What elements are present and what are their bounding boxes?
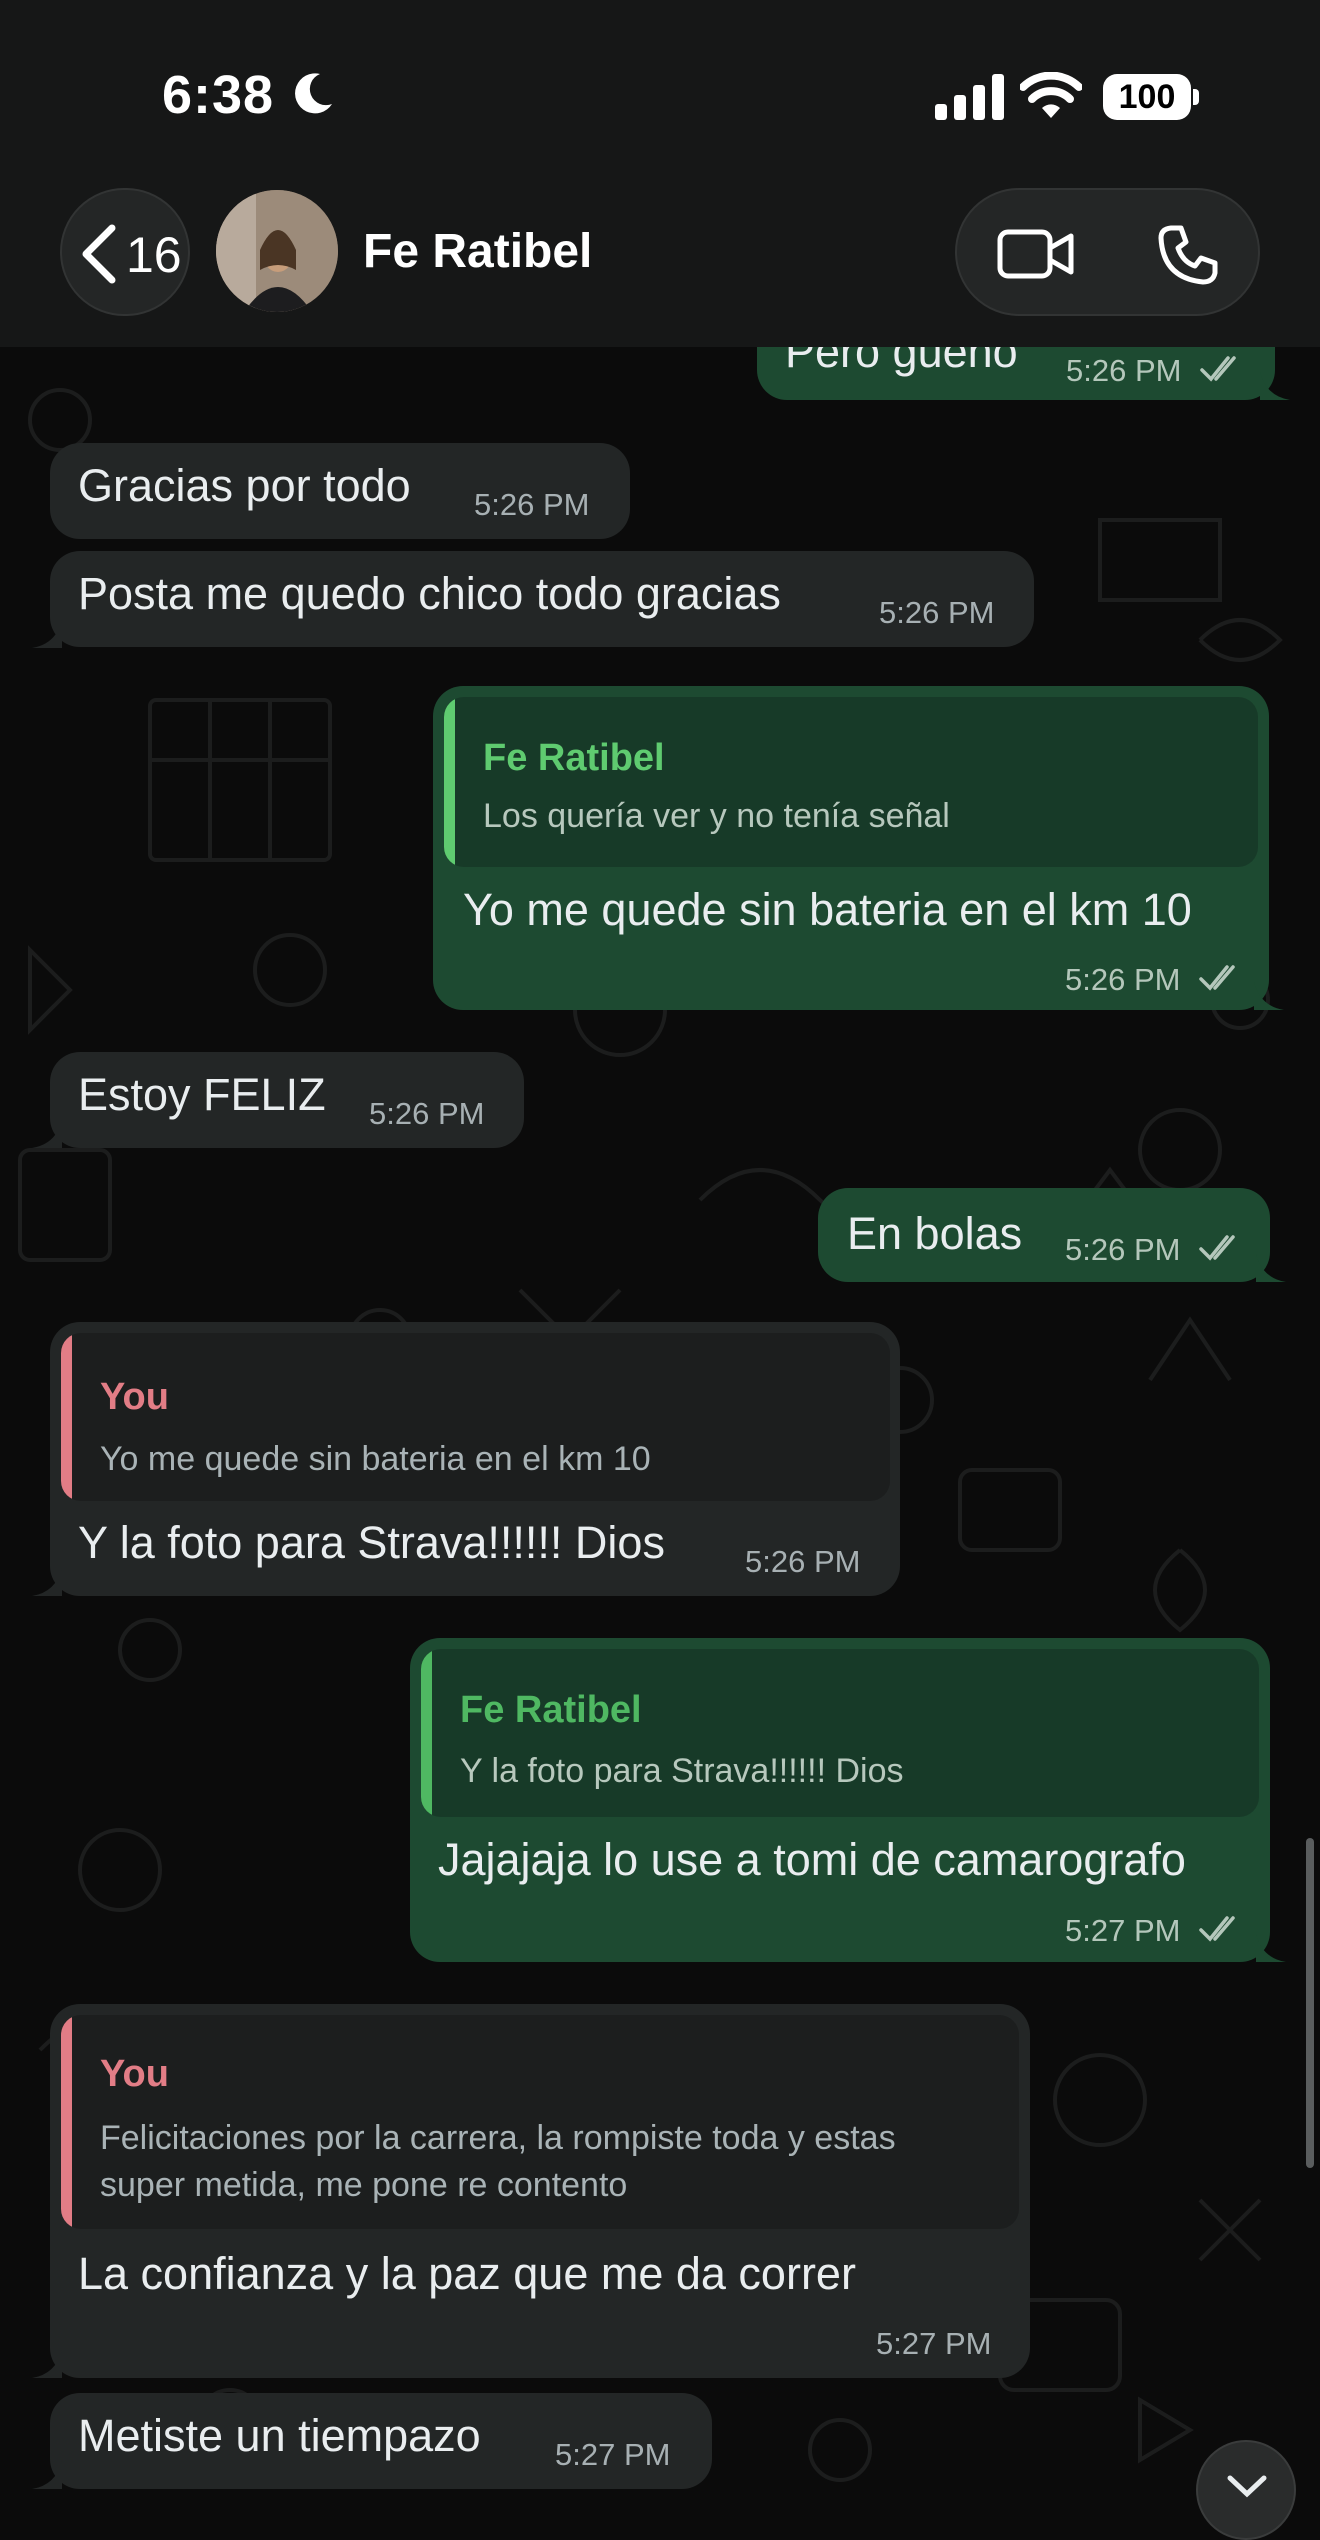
status-time: 6:38	[162, 65, 275, 125]
quote-text: Los quería ver y no tenía señal	[483, 797, 950, 835]
bubble-tail	[1256, 1934, 1286, 1962]
quote-accent-bar	[61, 1333, 72, 1501]
message-time: 5:27 PM	[555, 2437, 671, 2472]
message-time: 5:26 PM	[369, 1096, 485, 1131]
quote-text: Y la foto para Strava!!!!!! Dios	[460, 1752, 904, 1790]
message-bubble-outgoing[interactable]: En bolas 5:26 PM	[818, 1188, 1270, 1282]
unread-count: 16	[126, 227, 182, 283]
message-bubble-incoming[interactable]: You Yo me quede sin bateria en el km 10 …	[50, 1322, 900, 1596]
bubble-tail	[1254, 982, 1284, 1010]
message-time: 5:26 PM	[1065, 962, 1181, 997]
message-time: 5:27 PM	[1065, 1913, 1181, 1948]
quote-text-line-1: Felicitaciones por la carrera, la rompis…	[100, 2119, 896, 2157]
quote-accent-bar	[61, 2015, 72, 2229]
bubble-tail	[1260, 372, 1290, 400]
bubble-tail	[32, 620, 62, 648]
message-bubble-outgoing[interactable]: Fe Ratibel Los quería ver y no tenía señ…	[433, 686, 1269, 1010]
bubble-tail	[32, 2461, 62, 2489]
message-text: Gracias por todo	[78, 460, 411, 511]
read-receipt-icon	[1200, 356, 1236, 382]
quote-accent-bar	[421, 1649, 432, 1817]
message-text: Posta me quedo chico todo gracias	[78, 568, 781, 619]
quoted-message[interactable]: You Felicitaciones por la carrera, la ro…	[61, 2015, 1019, 2229]
battery-nub	[1193, 89, 1199, 105]
message-text: Metiste un tiempazo	[78, 2410, 481, 2461]
wifi-icon	[1020, 72, 1082, 118]
message-text: Jajajaja lo use a tomi de camarografo	[438, 1834, 1186, 1885]
message-bubble-incoming[interactable]: You Felicitaciones por la carrera, la ro…	[50, 2004, 1030, 2378]
message-text: La confianza y la paz que me da correr	[78, 2248, 856, 2299]
moon-icon	[295, 73, 332, 114]
message-bubble-incoming[interactable]: Metiste un tiempazo 5:27 PM	[50, 2393, 712, 2489]
cellular-signal-icon	[935, 74, 1004, 120]
bubble-tail	[32, 1120, 62, 1148]
quote-accent-bar	[444, 697, 455, 867]
contact-name[interactable]: Fe Ratibel	[363, 224, 592, 279]
read-receipt-icon	[1199, 1235, 1235, 1261]
message-bubble-incoming[interactable]: Posta me quedo chico todo gracias 5:26 P…	[50, 551, 1034, 647]
scroll-to-bottom-button[interactable]	[1196, 2440, 1296, 2540]
message-time: 5:26 PM	[1066, 353, 1182, 388]
quote-author: You	[100, 2053, 169, 2095]
message-bubble-incoming[interactable]: Gracias por todo 5:26 PM	[50, 443, 630, 539]
video-camera-icon[interactable]	[997, 226, 1075, 282]
message-time: 5:26 PM	[1065, 1232, 1181, 1267]
message-time: 5:26 PM	[745, 1544, 861, 1579]
read-receipt-icon	[1199, 1916, 1235, 1942]
quoted-message[interactable]: You Yo me quede sin bateria en el km 10	[61, 1333, 890, 1501]
bubble-tail	[32, 2350, 62, 2378]
message-bubble-outgoing[interactable]: Fe Ratibel Y la foto para Strava!!!!!! D…	[410, 1638, 1270, 1962]
quote-author: Fe Ratibel	[460, 1689, 642, 1731]
scrollbar[interactable]	[1306, 1838, 1314, 2168]
message-text: Y la foto para Strava!!!!!! Dios	[78, 1517, 665, 1568]
phone-icon[interactable]	[1157, 224, 1219, 286]
quoted-message[interactable]: Fe Ratibel Y la foto para Strava!!!!!! D…	[421, 1649, 1259, 1817]
message-text: En bolas	[847, 1208, 1023, 1259]
battery-indicator: 100	[1103, 74, 1191, 120]
quote-author: You	[100, 1376, 169, 1418]
quote-text: Yo me quede sin bateria en el km 10	[100, 1440, 651, 1478]
chevron-left-icon	[82, 224, 116, 284]
bubble-tail	[32, 1568, 62, 1596]
avatar-photo	[216, 190, 338, 312]
chevron-down-icon	[1227, 2475, 1267, 2498]
call-buttons	[955, 188, 1260, 316]
contact-avatar[interactable]	[216, 190, 338, 312]
back-button[interactable]: 16	[60, 188, 190, 316]
read-receipt-icon	[1199, 965, 1235, 991]
message-time: 5:27 PM	[876, 2326, 992, 2361]
message-text: Yo me quede sin bateria en el km 10	[463, 884, 1192, 935]
quote-text-line-2: super metida, me pone re contento	[100, 2166, 628, 2204]
quote-author: Fe Ratibel	[483, 737, 665, 779]
message-time: 5:26 PM	[879, 595, 995, 630]
quoted-message[interactable]: Fe Ratibel Los quería ver y no tenía señ…	[444, 697, 1258, 867]
message-text: Estoy FELIZ	[78, 1069, 326, 1120]
bubble-tail	[1256, 1254, 1286, 1282]
message-time: 5:26 PM	[474, 487, 590, 522]
message-bubble-incoming[interactable]: Estoy FELIZ 5:26 PM	[50, 1052, 524, 1148]
chat-header: 6:38 100 16 Fe Ratibel	[0, 0, 1320, 347]
